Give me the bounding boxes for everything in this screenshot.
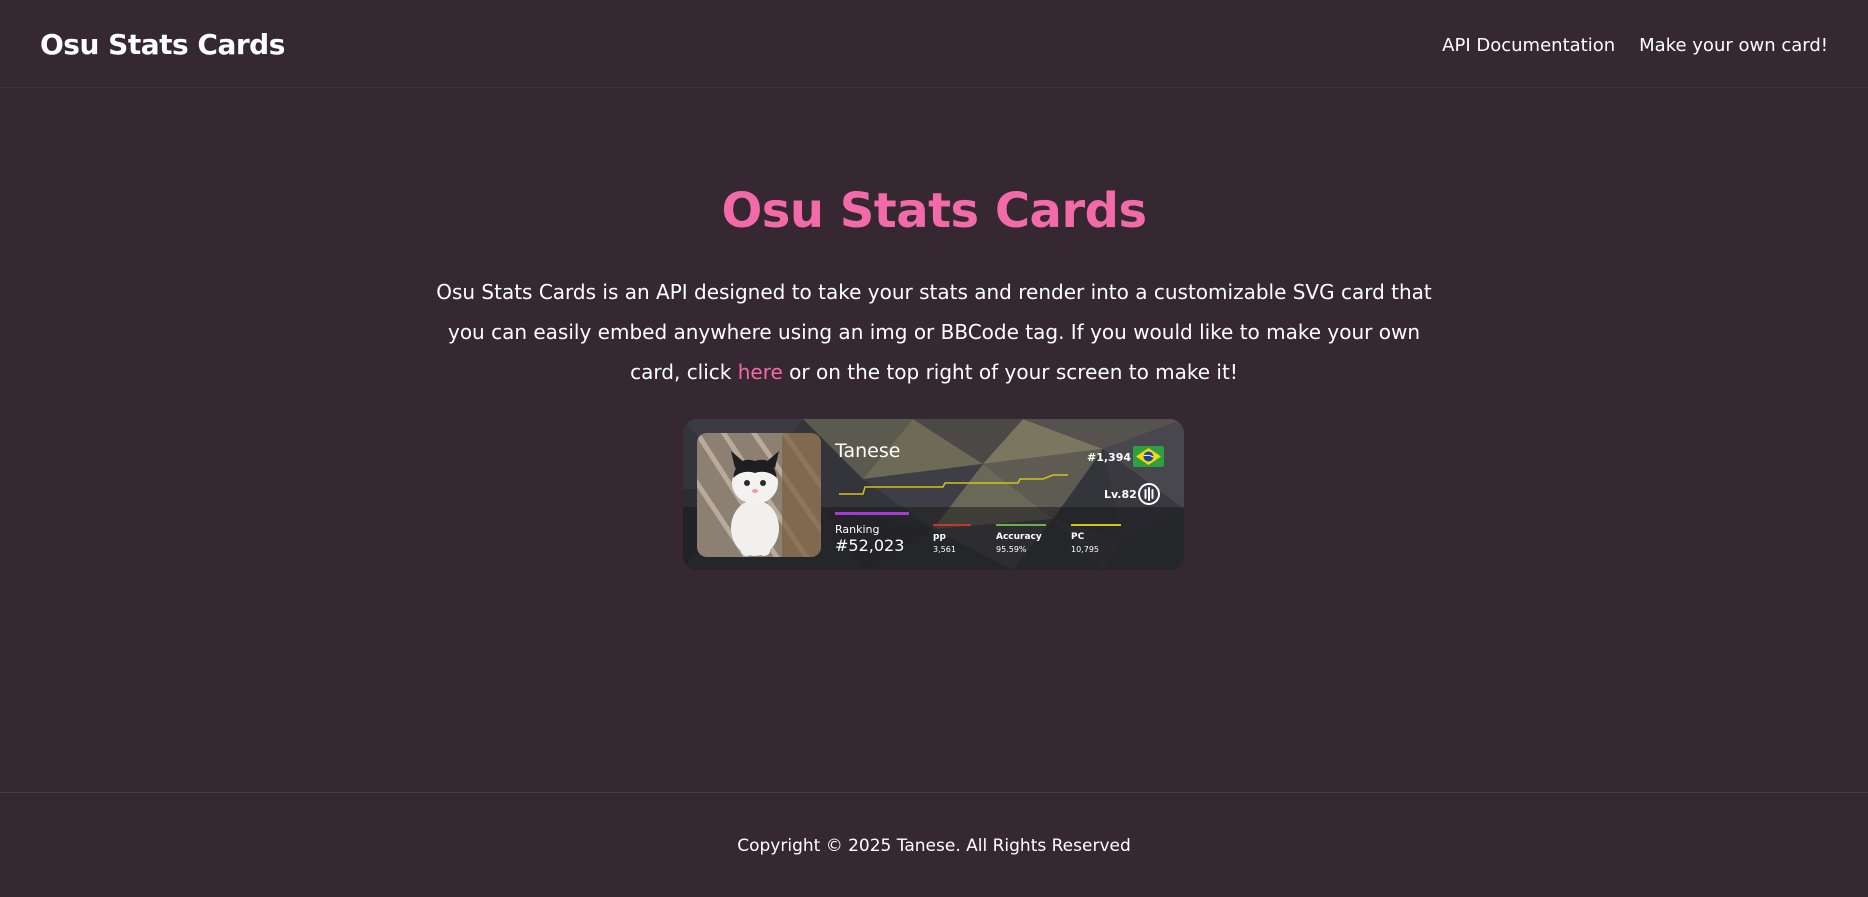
card-level: Lv.82 <box>1104 488 1137 501</box>
page-title: Osu Stats Cards <box>721 183 1147 239</box>
top-nav: API Documentation Make your own card! <box>1442 35 1828 56</box>
stats-card-image: Tanese #1,394 Lv.82 Ranking #52,023 pp 3… <box>683 419 1184 570</box>
accuracy-label: Accuracy <box>996 532 1042 542</box>
brazil-flag-icon <box>1133 446 1164 467</box>
kitten-photo-icon <box>697 433 821 557</box>
nav-api-documentation[interactable]: API Documentation <box>1442 35 1615 56</box>
pc-accent-bar <box>1071 524 1121 526</box>
osu-mode-icon <box>1138 483 1160 505</box>
pc-value: 10,795 <box>1071 545 1099 554</box>
accuracy-accent-bar <box>996 524 1046 526</box>
card-country-rank: #1,394 <box>1087 451 1132 464</box>
footer: Copyright © 2025 Tanese. All Rights Rese… <box>0 792 1868 897</box>
here-link[interactable]: here <box>738 360 783 384</box>
nav-make-your-own-card[interactable]: Make your own card! <box>1639 35 1828 56</box>
description: Osu Stats Cards is an API designed to ta… <box>434 272 1434 392</box>
brand-logo[interactable]: Osu Stats Cards <box>40 28 285 61</box>
pp-accent-bar <box>933 524 971 526</box>
pp-label: pp <box>933 532 946 542</box>
avatar <box>697 433 821 557</box>
pp-value: 3,561 <box>933 545 956 554</box>
description-text-after: or on the top right of your screen to ma… <box>782 360 1238 384</box>
ranking-accent-bar <box>835 512 909 515</box>
card-username: Tanese <box>835 440 901 462</box>
copyright-text: Copyright © 2025 Tanese. All Rights Rese… <box>737 836 1131 856</box>
ranking-label: Ranking <box>835 523 880 536</box>
accuracy-value: 95.59% <box>996 545 1027 554</box>
top-navbar: Osu Stats Cards API Documentation Make y… <box>0 0 1868 88</box>
ranking-value: #52,023 <box>835 536 905 555</box>
pc-label: PC <box>1071 532 1085 542</box>
